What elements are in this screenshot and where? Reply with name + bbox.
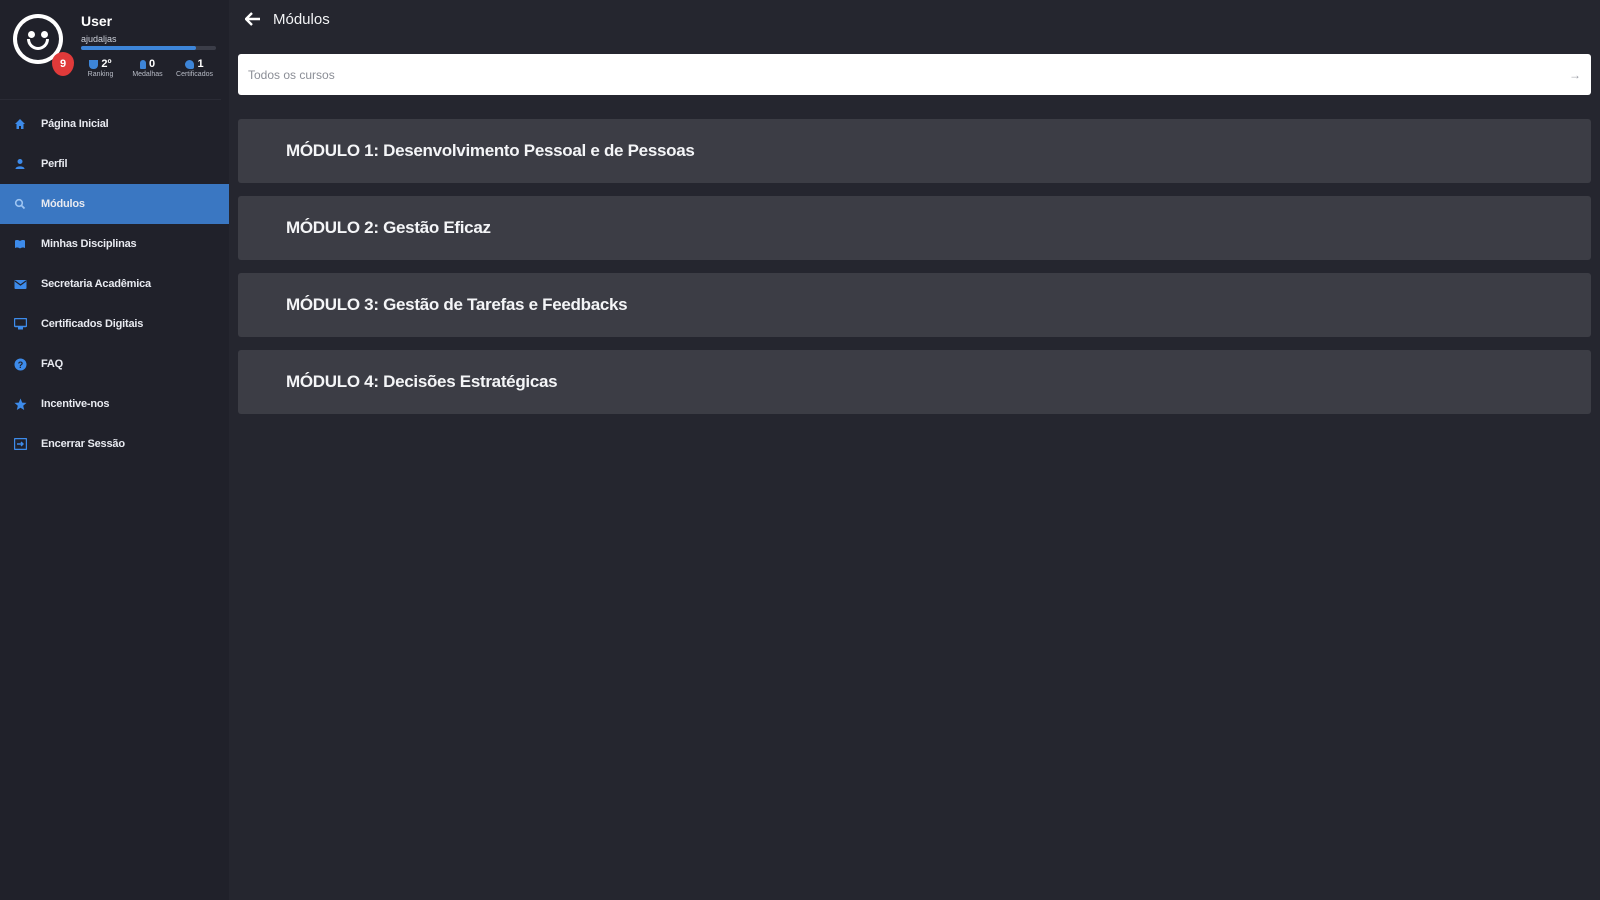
help-icon: ?: [13, 357, 27, 371]
sidebar-item-logout[interactable]: Encerrar Sessão: [0, 424, 229, 464]
sidebar-item-label: Página Inicial: [41, 118, 109, 130]
sidebar-item-faq[interactable]: ? FAQ: [0, 344, 229, 384]
top-bar: Módulos: [243, 8, 330, 30]
certificate-icon: [13, 317, 27, 331]
module-card[interactable]: MÓDULO 4: Decisões Estratégicas: [238, 350, 1591, 414]
level-badge: 9: [52, 52, 74, 76]
back-arrow-icon[interactable]: [243, 9, 263, 29]
smiley-face-icon: [17, 18, 59, 60]
arrow-right-icon[interactable]: →: [1569, 68, 1581, 82]
sidebar-nav: Página Inicial Perfil Módulos Minhas Dis…: [0, 104, 229, 464]
sidebar-item-label: Encerrar Sessão: [41, 438, 125, 450]
sidebar-item-label: Incentive-nos: [41, 398, 110, 410]
course-filter[interactable]: →: [238, 54, 1591, 95]
profile-panel: 9 User ajudaljas 2º Ranking 0 Medalhas 1…: [0, 0, 221, 100]
home-icon: [13, 117, 27, 131]
stat-ranking-value: 2º: [101, 58, 112, 70]
stat-certificates[interactable]: 1 Certificados: [171, 58, 218, 78]
main-content: Módulos → MÓDULO 1: Desenvolvimento Pess…: [229, 0, 1600, 900]
stat-medals-value: 0: [148, 58, 156, 70]
mail-icon: [13, 277, 27, 291]
module-card[interactable]: MÓDULO 1: Desenvolvimento Pessoal e de P…: [238, 119, 1591, 183]
logout-icon: [13, 437, 27, 451]
svg-text:?: ?: [17, 359, 23, 369]
sidebar: 9 User ajudaljas 2º Ranking 0 Medalhas 1…: [0, 0, 229, 900]
sidebar-item-digital-certificates[interactable]: Certificados Digitais: [0, 304, 229, 344]
xp-progress-bar: [81, 46, 216, 50]
stat-certificates-label: Certificados: [176, 71, 213, 78]
stat-ranking[interactable]: 2º Ranking: [77, 58, 124, 78]
module-card[interactable]: MÓDULO 3: Gestão de Tarefas e Feedbacks: [238, 273, 1591, 337]
sidebar-item-support-us[interactable]: Incentive-nos: [0, 384, 229, 424]
sidebar-item-my-disciplines[interactable]: Minhas Disciplinas: [0, 224, 229, 264]
sidebar-item-label: Secretaria Acadêmica: [41, 278, 151, 290]
module-card[interactable]: MÓDULO 2: Gestão Eficaz: [238, 196, 1591, 260]
certificate-icon: [185, 59, 195, 69]
sidebar-item-label: Minhas Disciplinas: [41, 238, 137, 250]
page-title: Módulos: [273, 10, 330, 28]
user-name: User: [81, 13, 113, 29]
sidebar-item-modules[interactable]: Módulos: [0, 184, 229, 224]
stat-medals[interactable]: 0 Medalhas: [124, 58, 171, 78]
search-icon: [13, 197, 27, 211]
user-icon: [13, 157, 27, 171]
module-list: MÓDULO 1: Desenvolvimento Pessoal e de P…: [238, 119, 1591, 427]
medal-icon: [139, 59, 146, 69]
user-subtitle: ajudaljas: [81, 34, 117, 44]
stat-ranking-label: Ranking: [87, 71, 114, 78]
book-icon: [13, 237, 27, 251]
trophy-icon: [89, 59, 99, 69]
sidebar-item-academic-office[interactable]: Secretaria Acadêmica: [0, 264, 229, 304]
stat-certificates-value: 1: [197, 58, 204, 70]
sidebar-item-label: FAQ: [41, 358, 64, 370]
star-icon: [13, 397, 27, 411]
sidebar-item-profile[interactable]: Perfil: [0, 144, 229, 184]
profile-stats: 2º Ranking 0 Medalhas 1 Certificados: [77, 58, 218, 78]
module-title: MÓDULO 1: Desenvolvimento Pessoal e de P…: [286, 141, 695, 160]
module-title: MÓDULO 2: Gestão Eficaz: [286, 218, 491, 237]
sidebar-item-label: Módulos: [41, 198, 85, 210]
xp-progress-fill: [81, 46, 196, 50]
course-filter-input[interactable]: [248, 67, 1569, 82]
module-title: MÓDULO 4: Decisões Estratégicas: [286, 372, 558, 391]
module-title: MÓDULO 3: Gestão de Tarefas e Feedbacks: [286, 295, 628, 314]
sidebar-item-home[interactable]: Página Inicial: [0, 104, 229, 144]
sidebar-item-label: Certificados Digitais: [41, 318, 144, 330]
stat-medals-label: Medalhas: [132, 71, 163, 78]
sidebar-item-label: Perfil: [41, 158, 68, 170]
